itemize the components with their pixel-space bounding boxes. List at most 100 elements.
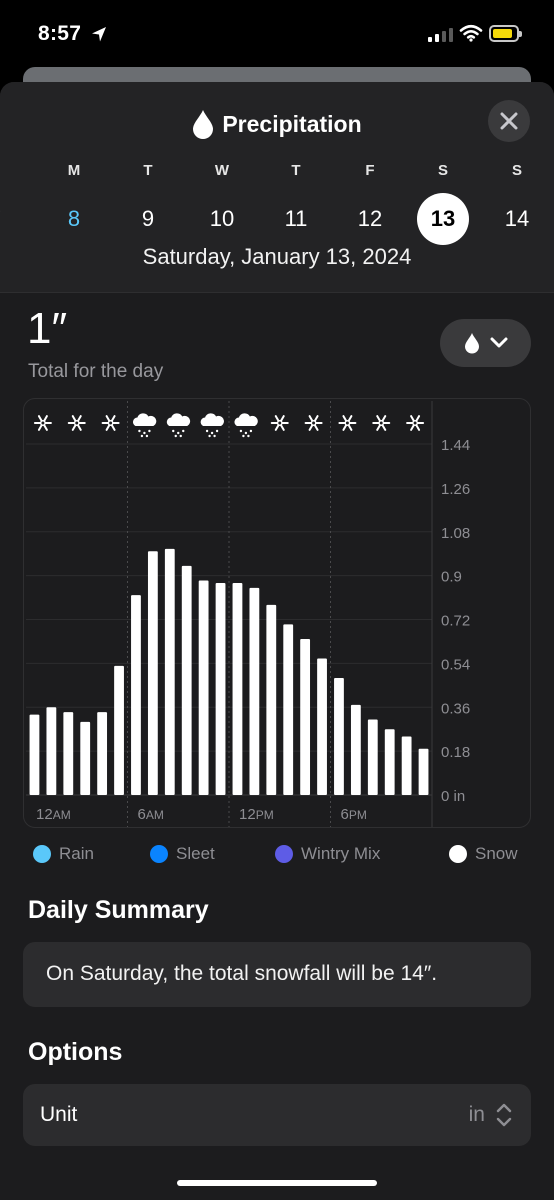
chart-bar [181,565,192,795]
snow-cloud-icon [234,413,258,438]
close-button[interactable] [488,100,530,142]
selected-date: Saturday, January 13, 2024 [142,244,412,269]
day-letter: W [214,162,230,179]
chart-bar [198,580,209,795]
status-bar: 8:57 [0,0,554,70]
y-tick-label: 1.44 [441,437,470,454]
legend-label: Wintry Mix [301,844,381,863]
chart-bar [97,712,108,795]
snowflake-icon [33,415,52,431]
day-letter: T [143,162,153,179]
chart-bar [29,714,40,795]
snow-cloud-icon [132,413,157,438]
chart-bar [418,748,429,795]
chart-svg: 1.44 1.26 1.08 0.9 0.72 0.54 0.36 0.18 0 in 12AM 6… [26,401,470,827]
home-indicator [177,1180,377,1186]
legend-label: Snow [475,844,518,863]
legend-dot-sleet [150,845,168,863]
chart-bar [215,582,226,795]
unit-label: Unit [40,1103,78,1126]
chart-bar [367,719,378,795]
x-tick-label: 6AM [138,806,164,823]
snow-cloud-icon [200,413,224,438]
chart-bar [384,729,395,795]
chart-bar [232,582,243,795]
snowflake-icon [338,415,357,431]
day-letter: S [511,162,522,179]
precipitation-type-menu-button[interactable] [440,319,531,367]
status-time: 8:57 [38,22,82,45]
title-text: Precipitation [222,110,362,137]
chevron-down-icon [490,337,507,348]
snowflake-icon [101,415,120,431]
battery-icon [489,25,522,42]
cellular-signal-icon [428,28,453,42]
raindrop-icon [193,110,214,139]
day-letter: F [365,162,375,179]
chart-bar [350,704,361,795]
chart-bar [147,551,158,795]
legend-dot-snow [449,845,467,863]
legend-item-sleet: Sleet [150,844,215,864]
legend-dot-wintry-mix [275,845,293,863]
snowflake-icon [304,415,323,431]
day-button-selected[interactable]: 13 [417,193,469,245]
day-letter: M [67,162,81,179]
legend-item-wintry-mix: Wintry Mix [275,844,380,864]
chart-bar [317,658,327,795]
x-tick-label: 12PM [239,806,274,823]
day-button[interactable]: 12 [344,193,396,245]
chart-bar [401,736,412,795]
chart-bar [283,624,294,795]
day-button[interactable]: 11 [270,193,322,245]
chart-legend: Rain Sleet Wintry Mix Snow [0,844,554,868]
chart-bar [46,707,57,795]
wifi-icon [459,24,483,42]
precipitation-sheet: Precipitation S M T W T F S S 7 8 9 10 1… [0,82,554,1200]
day-button-today[interactable]: 8 [48,193,100,245]
chart-bar [80,721,91,795]
snowflake-icon [270,415,289,431]
chart-bar [300,639,311,795]
y-tick-label: 1.26 [441,481,470,498]
location-arrow-icon [92,27,106,42]
chart-bar [63,712,74,795]
unit-selector[interactable]: Unit in [23,1084,531,1146]
y-tick-label: 0 in [441,788,465,805]
day-letter: T [291,162,301,179]
total-value: 1″ [27,304,68,353]
daily-summary-card: On Saturday, the total snowfall will be … [23,942,531,1007]
chart-bar [266,604,277,795]
y-tick-label: 1.08 [441,525,470,542]
raindrop-icon [464,333,479,354]
total-label: Total for the day [28,361,164,382]
y-tick-label: 0.36 [441,700,470,717]
y-tick-label: 0.54 [441,656,470,673]
day-button[interactable]: 14 [491,193,543,245]
x-tick-label: 12AM [36,806,71,823]
day-button[interactable]: 9 [122,193,174,245]
legend-item-rain: Rain [33,844,94,864]
legend-dot-rain [33,845,51,863]
snowflake-icon [372,415,391,431]
day-letter: S [437,162,448,179]
chart-bar [114,665,124,795]
legend-label: Sleet [176,844,215,863]
day-button[interactable]: 10 [196,193,248,245]
snow-cloud-icon [166,413,191,438]
sheet-title: Precipitation [0,104,554,144]
chart-bar [249,587,260,795]
unit-value: in [468,1103,485,1126]
x-tick-label: 6PM [341,806,367,823]
chart-bar [131,595,141,795]
y-tick-label: 0.18 [441,744,470,761]
daily-summary-heading: Daily Summary [28,896,209,924]
legend-item-snow: Snow [449,844,518,864]
daily-summary-text: On Saturday, the total snowfall will be … [46,962,438,985]
precipitation-chart: 1.44 1.26 1.08 0.9 0.72 0.54 0.36 0.18 0 in 12AM 6… [23,398,531,828]
chevron-up-down-icon [496,1103,512,1127]
chart-bar [164,548,175,795]
options-heading: Options [28,1038,123,1066]
chart-bar [334,678,344,795]
legend-label: Rain [59,844,94,863]
